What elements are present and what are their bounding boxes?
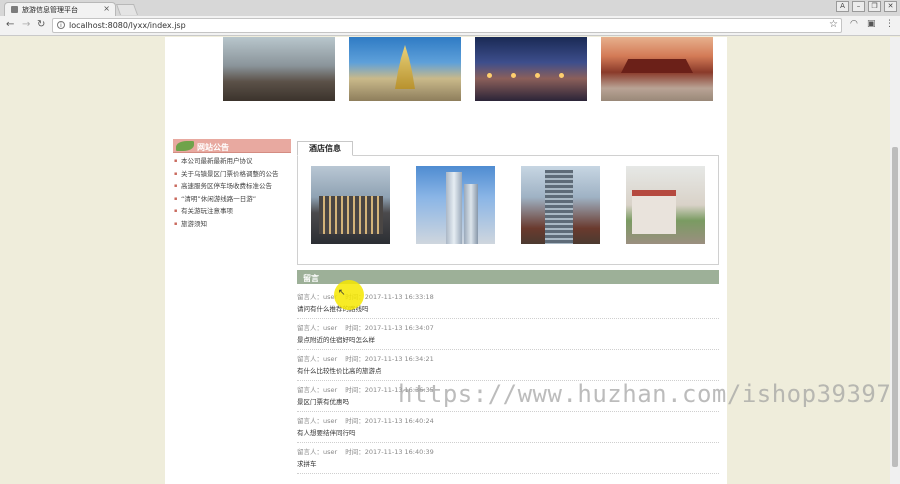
close-window-button[interactable]: ✕ <box>884 1 897 12</box>
message-author: user <box>323 417 338 425</box>
scenic-gallery <box>223 37 713 101</box>
author-label: 留言人： <box>297 293 323 301</box>
gallery-photo-mountain[interactable] <box>223 37 335 101</box>
notice-item[interactable]: 旅游须知 <box>173 218 293 231</box>
message-meta: 留言人：user时间：2017-11-13 16:33:18 <box>297 291 434 301</box>
tab-title: 旅游信息管理平台 <box>22 6 78 14</box>
hotel-photo-4[interactable] <box>626 166 705 244</box>
page-content: 网站公告 本公司最新最新用户协议 关于乌镇景区门票价格调整的公告 高速服务区停车… <box>165 37 727 484</box>
tower-shape <box>464 184 478 244</box>
watermark-text: https://www.huzhan.com/ishop39397 <box>398 380 892 408</box>
extension-box-icon[interactable]: ▣ <box>867 19 876 29</box>
message-time: 2017-11-13 16:40:39 <box>364 448 434 456</box>
message-time: 2017-11-13 16:34:21 <box>364 355 434 363</box>
window-controls: A – ❐ ✕ <box>836 1 897 12</box>
tower-shape <box>446 172 462 244</box>
browser-tab-bar: 旅游信息管理平台 × A – ❐ ✕ <box>0 0 900 16</box>
time-label: 时间： <box>345 324 365 332</box>
message-board-header: 留言 <box>297 270 719 284</box>
page-viewport: 网站公告 本公司最新最新用户协议 关于乌镇景区门票价格调整的公告 高速服务区停车… <box>0 37 890 484</box>
light-dot <box>511 73 516 78</box>
back-arrow-icon[interactable]: ← <box>6 19 14 31</box>
notice-item[interactable]: 高速服务区停车场收费标准公告 <box>173 180 293 193</box>
menu-kebab-icon[interactable]: ⋮ <box>885 19 894 29</box>
message-text: 景区门票有优惠吗 <box>297 398 349 406</box>
profile-button[interactable]: A <box>836 1 849 12</box>
browser-toolbar: ← → ↻ i localhost:8080/lyxx/index.jsp ☆ … <box>0 16 900 36</box>
notice-item[interactable]: 有关游玩注意事项 <box>173 205 293 218</box>
message-item: 留言人：user 时间：2017-11-13 16:40:24 有人想要结伴同行吗 <box>297 412 719 443</box>
notice-header: 网站公告 <box>173 139 291 153</box>
time-label: 时间： <box>345 355 365 363</box>
author-label: 留言人： <box>297 417 323 425</box>
pagoda-shape <box>395 45 415 89</box>
author-label: 留言人： <box>297 355 323 363</box>
message-author: user <box>323 448 338 456</box>
minimize-button[interactable]: – <box>852 1 865 12</box>
light-dot <box>535 73 540 78</box>
building-shape <box>545 170 573 244</box>
gallery-photo-palace[interactable] <box>601 37 713 101</box>
address-bar[interactable]: i localhost:8080/lyxx/index.jsp ☆ <box>52 18 842 33</box>
hotel-panel <box>297 155 719 265</box>
light-dot <box>487 73 492 78</box>
message-text: 有人想要结伴同行吗 <box>297 429 356 437</box>
building-shape <box>319 196 383 234</box>
hotel-photo-3[interactable] <box>521 166 600 244</box>
message-author: user <box>323 355 338 363</box>
message-meta: 留言人：user 时间：2017-11-13 16:40:39 <box>297 446 434 456</box>
notice-title: 网站公告 <box>197 143 229 152</box>
gallery-photo-pagoda[interactable] <box>349 37 461 101</box>
message-text: 有什么比较性价比高的旅游点 <box>297 367 382 375</box>
scrollbar-thumb[interactable] <box>892 147 898 467</box>
hotel-photo-1[interactable] <box>311 166 390 244</box>
message-meta: 留言人：user 时间：2017-11-13 16:34:07 <box>297 322 434 332</box>
hotel-photo-2[interactable] <box>416 166 495 244</box>
leaf-decoration-icon <box>176 141 194 151</box>
hotel-photo-row <box>311 166 705 244</box>
notice-item[interactable]: 本公司最新最新用户协议 <box>173 155 293 168</box>
forward-arrow-icon[interactable]: → <box>22 19 30 31</box>
message-author: user <box>323 386 338 394</box>
tab-close-icon[interactable]: × <box>103 4 110 13</box>
building-shape <box>632 190 676 234</box>
site-info-icon[interactable]: i <box>57 21 65 29</box>
time-label: 时间： <box>345 448 365 456</box>
message-time: 2017-11-13 16:33:18 <box>364 293 434 301</box>
notice-item[interactable]: 关于乌镇景区门票价格调整的公告 <box>173 168 293 181</box>
browser-tab[interactable]: 旅游信息管理平台 × <box>4 2 116 16</box>
page-favicon-icon <box>11 6 18 13</box>
message-text: 景点附近的住宿好吗怎么样 <box>297 336 375 344</box>
message-time: 2017-11-13 16:34:07 <box>364 324 434 332</box>
mouse-highlight: ↖ <box>334 280 364 310</box>
message-item: 留言人：user 时间：2017-11-13 16:34:07 景点附近的住宿好吗… <box>297 319 719 350</box>
tab-hotel-info[interactable]: 酒店信息 <box>297 141 353 156</box>
notice-list: 本公司最新最新用户协议 关于乌镇景区门票价格调整的公告 高速服务区停车场收费标准… <box>173 155 293 230</box>
message-board-title: 留言 <box>303 274 319 283</box>
bookmark-star-icon[interactable]: ☆ <box>829 19 838 30</box>
address-bar-url[interactable]: localhost:8080/lyxx/index.jsp <box>69 21 186 30</box>
message-item: 留言人：user 时间：2017-11-13 16:34:21 有什么比较性价比高… <box>297 350 719 381</box>
time-label: 时间： <box>345 417 365 425</box>
maximize-button[interactable]: ❐ <box>868 1 881 12</box>
message-item: 留言人：user 时间：2017-11-13 16:40:39 求拼车 <box>297 443 719 474</box>
message-meta: 留言人：user 时间：2017-11-13 16:34:21 <box>297 353 434 363</box>
light-dot <box>559 73 564 78</box>
author-label: 留言人： <box>297 386 323 394</box>
notice-item[interactable]: “清明”休闲游线路一日游” <box>173 193 293 206</box>
palace-roof-shape <box>621 59 693 73</box>
message-meta: 留言人：user 时间：2017-11-13 16:40:24 <box>297 415 434 425</box>
mouse-pointer-icon: ↖ <box>338 288 346 298</box>
author-label: 留言人： <box>297 448 323 456</box>
message-author: user <box>323 324 338 332</box>
page-scrollbar[interactable] <box>890 37 900 484</box>
message-text: 求拼车 <box>297 460 317 468</box>
extension-icon[interactable]: ◠ <box>850 19 858 29</box>
gallery-photo-night-lights[interactable] <box>475 37 587 101</box>
message-time: 2017-11-13 16:40:24 <box>364 417 434 425</box>
new-tab-button[interactable] <box>115 4 139 15</box>
reload-icon[interactable]: ↻ <box>37 19 45 31</box>
time-label: 时间： <box>345 386 365 394</box>
author-label: 留言人： <box>297 324 323 332</box>
